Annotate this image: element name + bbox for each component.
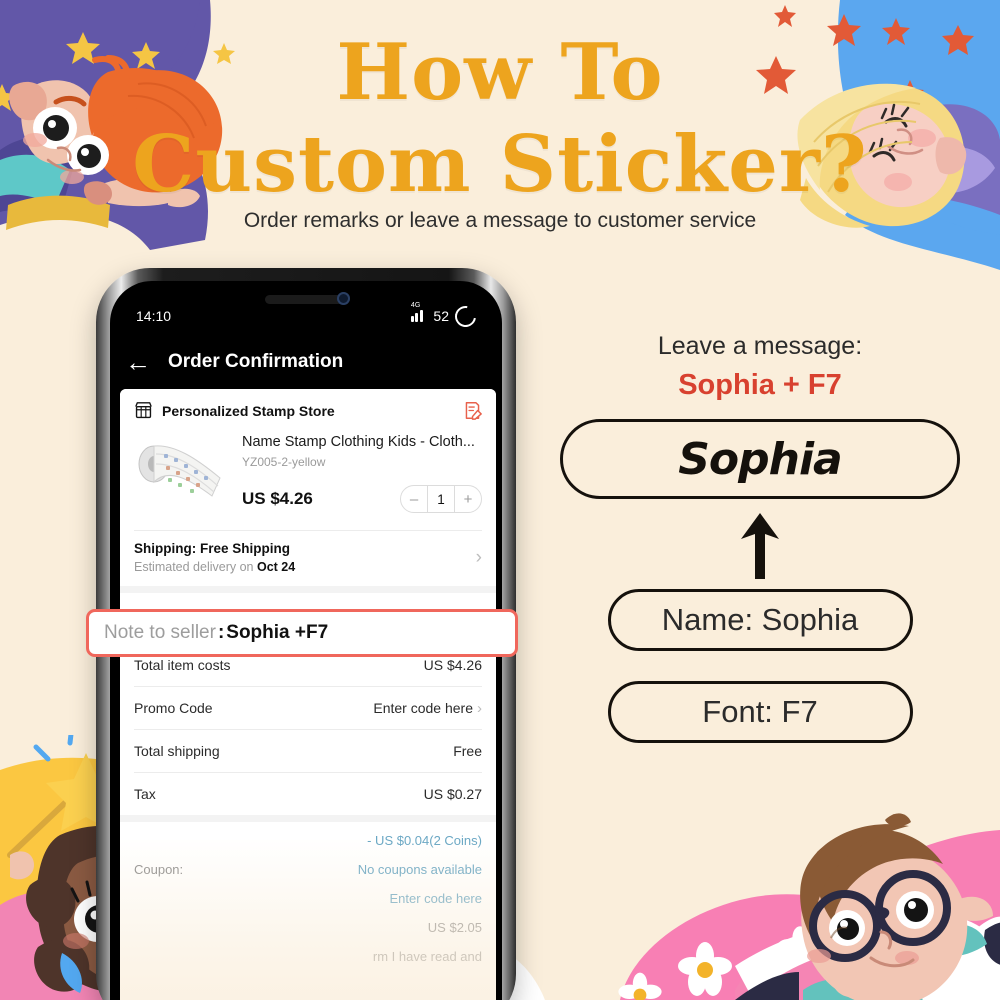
- arrow-up-icon: [741, 513, 779, 579]
- summary-value: US $0.27: [423, 786, 482, 802]
- faded-row-coins: - US $0.04(2 Coins): [134, 826, 482, 855]
- summary-value: Free: [453, 743, 482, 759]
- summary-row-tax: Tax US $0.27: [120, 773, 496, 815]
- signal-bars-icon: 4G: [410, 302, 428, 322]
- item-price-row: US $4.26 – 1 +: [242, 485, 482, 513]
- order-content-sheet: Personalized Stamp Store Name Stamp Clot…: [120, 389, 496, 1000]
- infographic-canvas: How To Custom Sticker? Order remarks or …: [0, 0, 1000, 1000]
- network-type-label: 4G: [410, 302, 421, 309]
- order-item-info: Name Stamp Clothing Kids - Cloth... YZ00…: [242, 428, 482, 520]
- leave-message-value: Sophia + F7: [678, 369, 842, 401]
- summary-label: Total item costs: [134, 657, 231, 673]
- store-row[interactable]: Personalized Stamp Store: [134, 401, 482, 420]
- leave-message-label: Leave a message:: [657, 332, 863, 360]
- quantity-value: 1: [427, 486, 455, 512]
- note-to-seller-separator: :: [217, 622, 225, 643]
- back-arrow-icon[interactable]: ←: [116, 349, 160, 375]
- shipping-title: Shipping: Free Shipping: [134, 541, 290, 556]
- store-item-card: Personalized Stamp Store Name Stamp Clot…: [120, 389, 496, 530]
- item-price: US $4.26: [242, 489, 313, 508]
- chevron-right-icon[interactable]: ›: [477, 701, 482, 716]
- faded-value: US $2.05: [427, 920, 482, 935]
- page-title-line1: How To: [336, 27, 664, 118]
- summary-row-total-shipping: Total shipping Free: [120, 730, 496, 772]
- arrow-up-wrapper: [560, 509, 960, 581]
- summary-label: Tax: [134, 786, 156, 802]
- quantity-decrease-button[interactable]: –: [401, 486, 427, 512]
- app-navigation-bar: ← Order Confirmation: [110, 339, 502, 385]
- note-to-seller-highlight[interactable]: Note to seller : Sophia +F7: [86, 609, 518, 657]
- page-title-line2: Custom Sticker?: [132, 119, 868, 210]
- quantity-increase-button[interactable]: +: [455, 486, 481, 512]
- store-name: Personalized Stamp Store: [162, 402, 335, 419]
- note-to-seller-label: Note to seller: [104, 622, 216, 643]
- faded-value: Enter code here: [389, 891, 482, 906]
- faded-value: No coupons available: [357, 862, 482, 877]
- shipping-row[interactable]: Shipping: Free Shipping Estimated delive…: [120, 531, 496, 586]
- name-pill: Name: Sophia: [607, 589, 913, 651]
- faded-summary-block: - US $0.04(2 Coins) Coupon: No coupons a…: [120, 822, 496, 971]
- name-pill-text: Name: Sophia: [661, 602, 859, 637]
- summary-row-promo-code[interactable]: Promo Code Enter code here ›: [120, 687, 496, 729]
- summary-value: Enter code here: [373, 700, 473, 716]
- shipping-estimate: Estimated delivery on Oct 24: [134, 560, 476, 574]
- summary-value-wrap: Enter code here ›: [373, 700, 482, 716]
- sticker-roll-image: [134, 428, 230, 520]
- edit-note-icon[interactable]: [463, 401, 482, 420]
- handwriting-sample-text: Sophia: [678, 433, 843, 485]
- status-time: 14:10: [136, 308, 172, 324]
- page-title: How To Custom Sticker?: [0, 34, 1000, 204]
- sticker-roll-graphic: [138, 445, 221, 497]
- summary-label: Promo Code: [134, 700, 213, 716]
- faded-value: - US $0.04(2 Coins): [367, 833, 482, 848]
- section-gap: [120, 815, 496, 822]
- shipping-estimate-date: Oct 24: [257, 560, 296, 574]
- faded-row-coupon: Coupon: No coupons available: [134, 855, 482, 884]
- summary-label: Total shipping: [134, 743, 220, 759]
- instructions-panel: Leave a message: Sophia + F7 Sophia Name…: [560, 332, 960, 743]
- quantity-stepper[interactable]: – 1 +: [400, 485, 482, 513]
- shipping-estimate-prefix: Estimated delivery on: [134, 560, 254, 574]
- faded-row-total: US $2.05: [134, 913, 482, 942]
- storefront-icon: [135, 402, 152, 419]
- note-to-seller-value: Sophia +F7: [226, 622, 329, 643]
- item-sku: YZ005-2-yellow: [242, 455, 326, 469]
- summary-value: US $4.26: [423, 657, 482, 673]
- handwriting-sample-box: Sophia: [560, 419, 960, 499]
- item-title: Name Stamp Clothing Kids - Cloth...: [242, 434, 475, 450]
- status-bar: 14:10 4G 52: [110, 301, 502, 331]
- battery-ring-icon: [450, 301, 481, 331]
- section-gap: [120, 586, 496, 593]
- faded-row-enter-code: Enter code here: [134, 884, 482, 913]
- screen-title: Order Confirmation: [168, 351, 344, 372]
- faded-row-terms: rm I have read and: [134, 942, 482, 971]
- character-glasses-boy: [735, 813, 1000, 1000]
- font-pill: Font: F7: [607, 681, 913, 743]
- page-subtitle: Order remarks or leave a message to cust…: [243, 209, 757, 232]
- shipping-info: Shipping: Free Shipping Estimated delive…: [134, 541, 476, 574]
- faded-value: rm I have read and: [372, 949, 482, 964]
- faded-label: Coupon:: [134, 862, 184, 877]
- font-pill-text: Font: F7: [702, 694, 818, 729]
- battery-percent-label: 52: [433, 308, 449, 324]
- chevron-right-icon[interactable]: ›: [476, 548, 482, 567]
- status-indicators: 4G 52: [410, 301, 481, 331]
- order-item-row[interactable]: Name Stamp Clothing Kids - Cloth... YZ00…: [134, 428, 482, 520]
